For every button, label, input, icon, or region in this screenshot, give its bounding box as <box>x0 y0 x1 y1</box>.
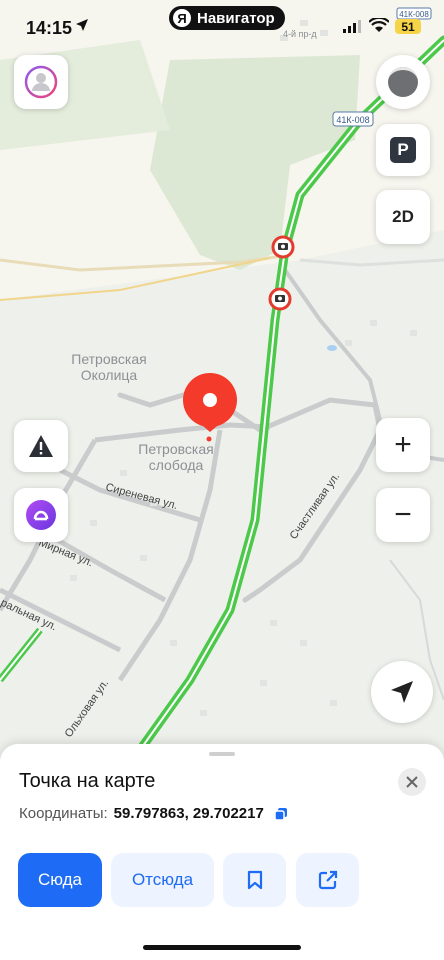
speed-camera-icon[interactable] <box>268 287 292 311</box>
sheet-title: Точка на карте <box>19 770 156 792</box>
place-label: Петровская <box>138 441 213 457</box>
place-label: слобода <box>149 457 204 473</box>
location-arrow-icon <box>76 19 88 31</box>
sheet-grabber[interactable] <box>209 752 235 756</box>
speed-camera-icon[interactable] <box>271 235 295 259</box>
layers-icon <box>388 67 418 97</box>
route-here-label: Сюда <box>37 870 83 889</box>
map-layers-button[interactable] <box>376 55 430 109</box>
battery-indicator: 51 <box>395 19 421 34</box>
coordinates-value: 59.797863, 29.702217 <box>113 805 264 822</box>
report-event-button[interactable] <box>14 420 68 472</box>
status-bar: 14:15 Я Навигатор 51 <box>0 0 444 56</box>
avatar-icon <box>24 65 58 99</box>
yandex-logo-icon: Я <box>173 9 191 27</box>
plus-icon: + <box>394 428 412 461</box>
bookmark-icon <box>247 870 262 890</box>
route-here-button[interactable]: Сюда <box>18 853 102 907</box>
place-label: Петровская <box>71 351 146 367</box>
point-info-sheet: Точка на карте Координаты: 59.797863, 29… <box>0 744 444 960</box>
zoom-in-button[interactable]: + <box>376 418 430 472</box>
coordinates-label: Координаты: <box>19 805 108 822</box>
copy-icon[interactable] <box>274 807 288 821</box>
svg-text:41К-008: 41К-008 <box>336 115 369 125</box>
home-indicator[interactable] <box>143 945 301 950</box>
status-time: 14:15 <box>26 18 73 38</box>
place-label: Околица <box>81 367 138 383</box>
close-button[interactable] <box>398 768 426 796</box>
coordinates-row: Координаты: 59.797863, 29.702217 <box>19 805 288 822</box>
parking-button[interactable]: P <box>376 124 430 176</box>
alice-assistant-button[interactable] <box>14 488 68 542</box>
app-name: Навигатор <box>197 9 275 27</box>
wifi-icon <box>369 18 389 32</box>
zoom-out-button[interactable]: − <box>376 488 430 542</box>
alice-icon <box>26 500 56 530</box>
share-icon <box>318 870 337 890</box>
navigation-arrow-icon <box>391 681 413 703</box>
view-mode-button[interactable]: 2D <box>376 190 430 244</box>
close-icon <box>406 776 418 788</box>
route-from-button[interactable]: Отсюда <box>111 853 214 907</box>
road-number-badge: 41К-008 <box>332 111 374 127</box>
parking-icon: P <box>390 137 416 163</box>
bookmark-button[interactable] <box>223 853 286 907</box>
share-button[interactable] <box>296 853 359 907</box>
back-to-app-pill[interactable]: Я Навигатор <box>169 6 285 30</box>
my-location-button[interactable] <box>371 661 433 723</box>
profile-button[interactable] <box>14 55 68 109</box>
minus-icon: − <box>394 498 412 531</box>
cellular-signal-icon <box>343 20 361 33</box>
view-mode-label: 2D <box>392 207 414 226</box>
warning-icon <box>29 435 53 457</box>
route-from-label: Отсюда <box>131 870 194 889</box>
